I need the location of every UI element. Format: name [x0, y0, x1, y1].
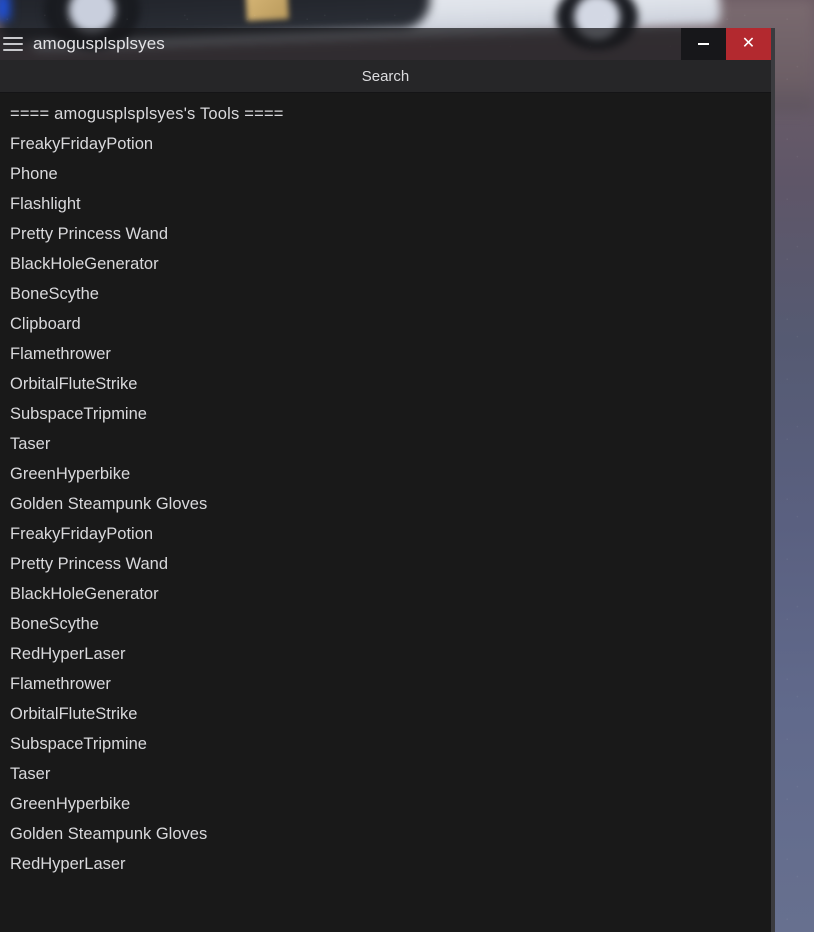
list-item[interactable]: Pretty Princess Wand — [0, 219, 771, 249]
tool-list-header: ==== amogusplsplsyes's Tools ==== — [10, 105, 284, 123]
list-item[interactable]: BoneScythe — [0, 279, 771, 309]
list-item[interactable]: Flamethrower — [0, 669, 771, 699]
list-item[interactable]: BlackHoleGenerator — [0, 579, 771, 609]
list-item[interactable]: FreakyFridayPotion — [0, 519, 771, 549]
window-controls: ✕ — [681, 28, 771, 60]
hamburger-bar-3 — [3, 49, 23, 51]
list-item[interactable]: Taser — [0, 429, 771, 459]
list-item[interactable]: FreakyFridayPotion — [0, 129, 771, 159]
close-button[interactable]: ✕ — [726, 28, 771, 60]
list-item[interactable]: GreenHyperbike — [0, 789, 771, 819]
list-item[interactable]: Golden Steampunk Gloves — [0, 489, 771, 519]
list-item[interactable]: Clipboard — [0, 309, 771, 339]
minimize-icon — [698, 43, 709, 45]
tool-list: ==== amogusplsplsyes's Tools ==== Freaky… — [0, 93, 771, 932]
list-item[interactable]: Flamethrower — [0, 339, 771, 369]
list-item[interactable]: RedHyperLaser — [0, 639, 771, 669]
tool-browser-window: amogusplsplsyes ✕ Search ==== amogusplsp… — [0, 28, 775, 932]
list-item[interactable]: Taser — [0, 759, 771, 789]
hamburger-icon[interactable] — [3, 37, 27, 51]
hamburger-bar-1 — [3, 37, 23, 39]
list-item[interactable]: Pretty Princess Wand — [0, 549, 771, 579]
list-item[interactable]: OrbitalFluteStrike — [0, 369, 771, 399]
list-item[interactable]: Golden Steampunk Gloves — [0, 819, 771, 849]
list-item[interactable]: BlackHoleGenerator — [0, 249, 771, 279]
list-item[interactable]: Flashlight — [0, 189, 771, 219]
window-title: amogusplsplsyes — [33, 34, 165, 53]
close-icon: ✕ — [741, 35, 756, 52]
list-item[interactable]: SubspaceTripmine — [0, 399, 771, 429]
list-item[interactable]: OrbitalFluteStrike — [0, 699, 771, 729]
list-item[interactable]: RedHyperLaser — [0, 849, 771, 879]
minimize-button[interactable] — [681, 28, 726, 60]
list-item[interactable]: BoneScythe — [0, 609, 771, 639]
list-item[interactable]: Phone — [0, 159, 771, 189]
window-titlebar[interactable]: amogusplsplsyes ✕ — [0, 28, 771, 60]
search-bar[interactable]: Search — [0, 60, 771, 93]
list-item[interactable]: SubspaceTripmine — [0, 729, 771, 759]
hamburger-bar-2 — [3, 43, 23, 45]
search-input[interactable]: Search — [362, 68, 410, 85]
list-item[interactable]: GreenHyperbike — [0, 459, 771, 489]
screen-root: amogusplsplsyes ✕ Search ==== amogusplsp… — [0, 0, 814, 932]
